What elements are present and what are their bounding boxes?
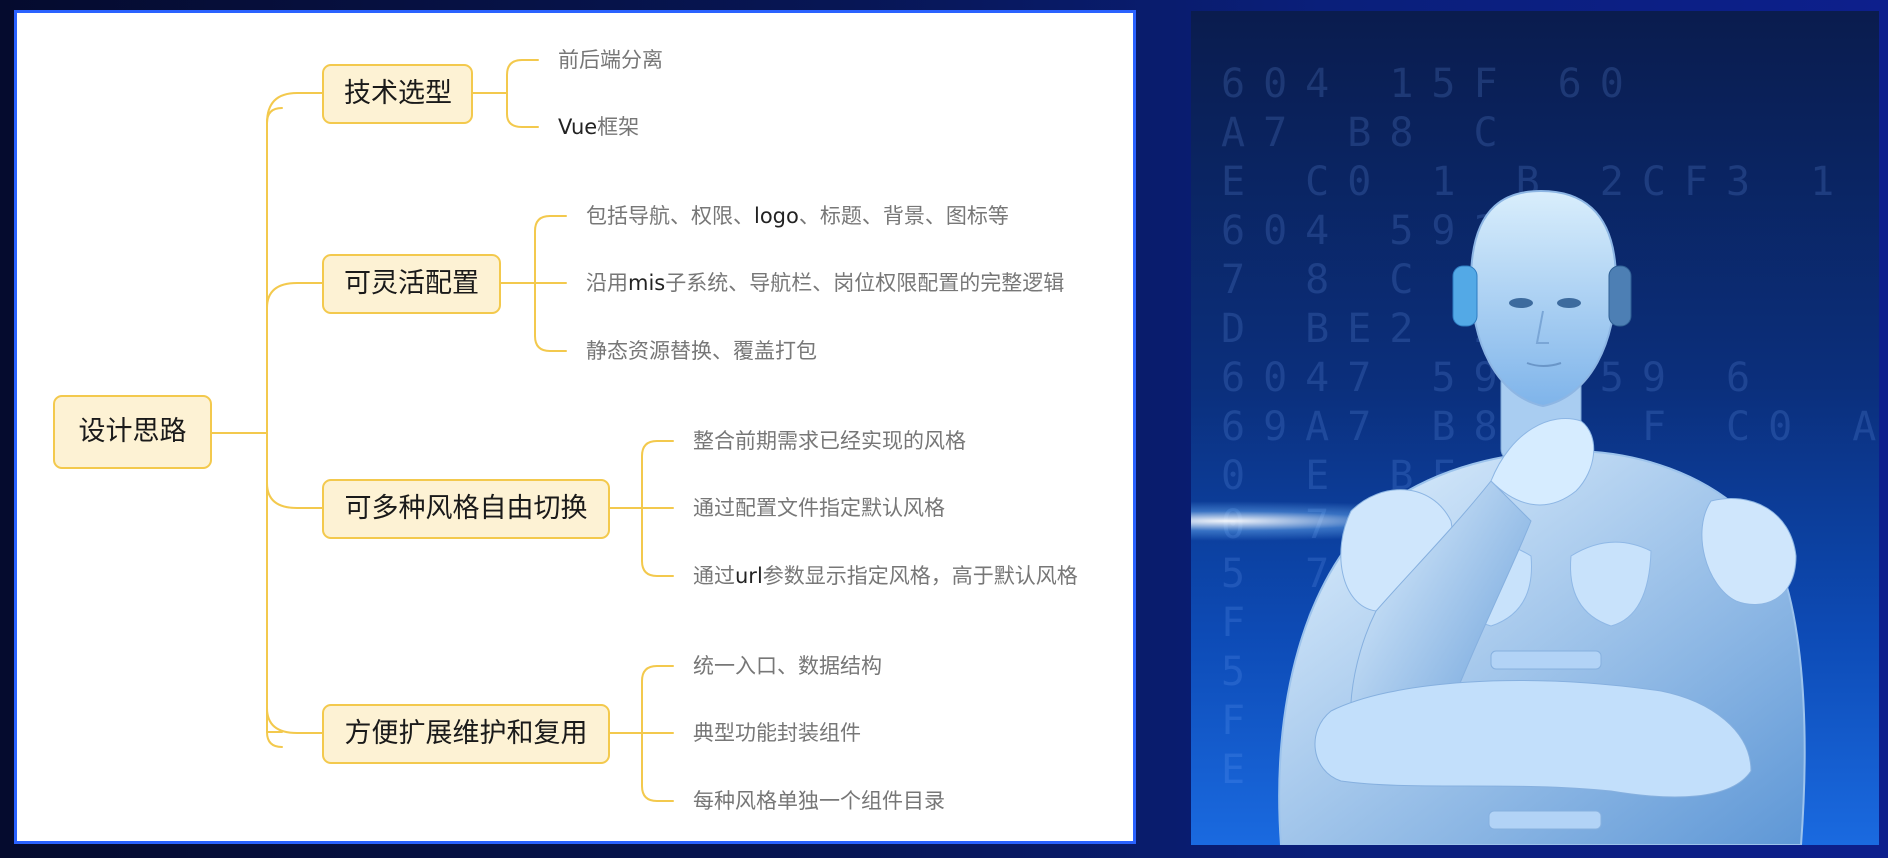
mindmap-root-node: 设计思路	[53, 395, 212, 469]
leaf-text-segment: 典型功能封装组件	[693, 721, 861, 745]
branch-node-tech-selection: 技术选型	[322, 64, 473, 124]
leaf-text-segment: 、标题、背景、图标等	[798, 204, 1009, 228]
leaf-text-segment: 前后端分离	[558, 48, 663, 72]
leaf-text: 整合前期需求已经实现的风格	[693, 427, 966, 455]
leaf-text: Vue框架	[558, 113, 639, 141]
leaf-text-segment: 通过配置文件指定默认风格	[693, 496, 945, 520]
leaf-text: 沿用mis子系统、导航栏、岗位权限配置的完整逻辑	[586, 269, 1064, 297]
branch-link-4	[266, 707, 323, 734]
leaf-text-segment: 整合前期需求已经实现的风格	[693, 429, 966, 453]
branch-node-style-switch: 可多种风格自由切换	[322, 479, 610, 539]
robot-illustration: 604 15F 60 A7 B8 CE C0 1 B 2CF3 1 604 593 …	[1191, 11, 1879, 845]
leaf-text-segment: 沿用	[586, 271, 628, 295]
trunk-connector	[266, 107, 283, 748]
branch-link-3	[266, 482, 323, 509]
leaf-links-1	[471, 59, 539, 128]
leaf-text-segment: url	[735, 564, 763, 588]
leaf-text: 通过url参数显示指定风格，高于默认风格	[693, 562, 1078, 590]
leaf-text: 每种风格单独一个组件目录	[693, 787, 945, 815]
leaf-text-segment: 包括导航、权限、	[586, 204, 754, 228]
leaf-text-segment: 框架	[597, 115, 640, 139]
leaf-links-4	[608, 665, 674, 802]
leaf-links-3	[608, 440, 674, 577]
leaf-text-segment: 统一入口、数据结构	[693, 654, 882, 678]
branch-link-2	[266, 282, 323, 309]
leaf-text-segment: logo	[754, 204, 799, 228]
leaf-text: 通过配置文件指定默认风格	[693, 494, 945, 522]
leaf-text-segment: 每种风格单独一个组件目录	[693, 789, 945, 813]
leaf-text-segment: 静态资源替换、覆盖打包	[586, 339, 817, 363]
leaf-links-2	[499, 215, 567, 352]
branch-node-extensible-reuse: 方便扩展维护和复用	[322, 704, 610, 764]
branch-node-flexible-config: 可灵活配置	[322, 254, 501, 314]
leaf-text-segment: mis	[628, 271, 666, 295]
leaf-text-segment: 通过	[693, 564, 735, 588]
leaf-text-segment: Vue	[558, 115, 598, 139]
leaf-text: 典型功能封装组件	[693, 719, 861, 747]
leaf-text-segment: 参数显示指定风格，高于默认风格	[762, 564, 1078, 588]
leaf-text: 静态资源替换、覆盖打包	[586, 337, 817, 365]
mindmap-panel: 设计思路 技术选型 可灵活配置 可多种风格自由切换 方便扩展维护和复用 前后端分…	[14, 10, 1136, 844]
leaf-text-segment: 子系统、导航栏、岗位权限配置的完整逻辑	[665, 271, 1065, 295]
leaf-text: 包括导航、权限、logo、标题、背景、图标等	[586, 202, 1009, 230]
robot-thinking-icon	[1278, 189, 1806, 845]
leaf-text: 前后端分离	[558, 46, 663, 74]
leaf-text: 统一入口、数据结构	[693, 652, 882, 680]
